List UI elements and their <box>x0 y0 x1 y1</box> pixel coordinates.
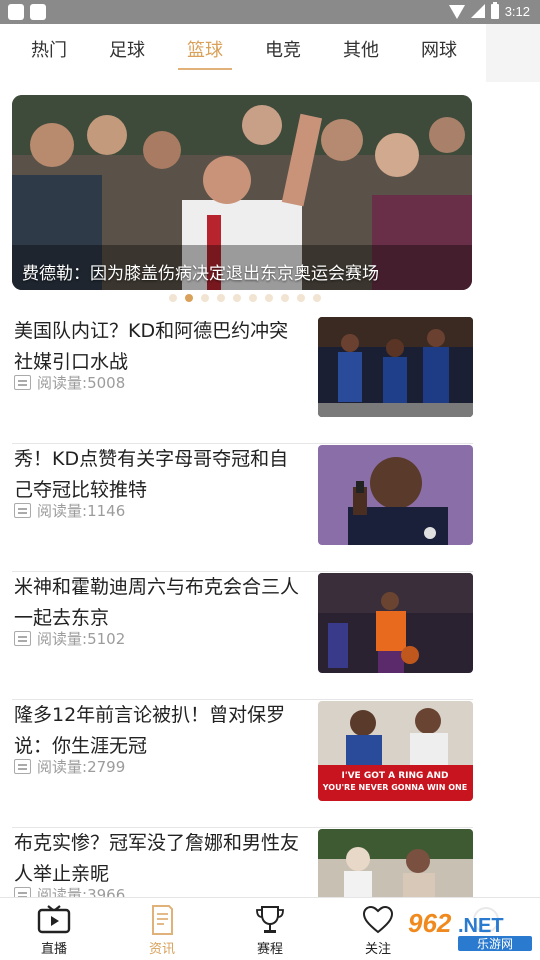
news-item[interactable]: 美国队内讧？KD和阿德巴约冲突社媒引口水战 阅读量: 5008 <box>12 316 473 444</box>
read-count: 1146 <box>87 501 126 520</box>
battery-icon <box>490 1 499 19</box>
carousel-dot[interactable] <box>249 294 257 302</box>
tab-tennis[interactable]: 网球 <box>400 24 478 82</box>
read-label: 阅读量: <box>37 630 88 648</box>
news-title: 布克实惨？冠军没了詹娜和男性友人举止亲昵 <box>14 832 300 885</box>
carousel-dot[interactable] <box>265 294 273 302</box>
watermark-number: 962 <box>408 908 452 938</box>
nav-label: 赛程 <box>256 942 283 957</box>
read-count-icon <box>14 759 31 774</box>
news-thumbnail <box>318 317 473 417</box>
news-item[interactable]: 布克实惨？冠军没了詹娜和男性友人举止亲昵 阅读量: 3966 <box>12 828 473 897</box>
news-title: 秀！KD点赞有关字母哥夺冠和自己夺冠比较推特 <box>14 448 289 501</box>
nav-schedule[interactable]: 赛程 <box>216 898 324 960</box>
category-tabs: 热门 足球 篮球 电竞 其他 网球 <box>0 24 486 82</box>
nav-label: 直播 <box>40 942 67 957</box>
signal-icon <box>470 4 485 18</box>
news-doc-icon <box>152 905 173 935</box>
watermark-suffix: .NET <box>458 915 504 937</box>
news-thumbnail <box>318 829 473 897</box>
news-meta: 阅读量: 2799 <box>14 756 125 777</box>
news-meta: 阅读量: 5102 <box>14 628 125 649</box>
read-label: 阅读量: <box>37 758 88 776</box>
read-count: 5008 <box>87 373 126 392</box>
news-meta: 阅读量: 5008 <box>14 372 125 393</box>
carousel-dot[interactable] <box>233 294 241 302</box>
read-label: 阅读量: <box>37 502 88 520</box>
carousel-dot-active[interactable] <box>185 294 193 302</box>
watermark-name: 乐游网 <box>477 937 513 951</box>
tab-hot[interactable]: 热门 <box>10 24 88 82</box>
carousel-dot[interactable] <box>313 294 321 302</box>
heart-icon <box>362 905 394 934</box>
banner-caption: 费德勒：因为膝盖伤病决定退出东京奥运会赛场 <box>22 264 379 284</box>
tab-esports[interactable]: 电竞 <box>244 24 322 82</box>
carousel-dot[interactable] <box>169 294 177 302</box>
tv-play-icon <box>37 905 71 934</box>
news-meta: 阅读量: 3966 <box>14 884 125 897</box>
status-time: 3:12 <box>504 3 530 19</box>
status-bar: 3:12 <box>0 0 540 24</box>
news-title: 米神和霍勒迪周六与布克会合三人一起去东京 <box>14 576 300 629</box>
notification-icon <box>30 4 46 20</box>
read-count-icon <box>14 631 31 646</box>
news-meta: 阅读量: 1146 <box>14 500 125 521</box>
read-count: 2799 <box>87 757 126 776</box>
thumb-caption-line1: I'VE GOT A RING AND <box>341 771 448 781</box>
carousel-indicator <box>169 294 321 302</box>
nav-news[interactable]: 资讯 <box>108 898 216 960</box>
carousel-dot[interactable] <box>201 294 209 302</box>
carousel-dot[interactable] <box>281 294 289 302</box>
news-title: 美国队内讧？KD和阿德巴约冲突社媒引口水战 <box>14 320 289 373</box>
news-thumbnail <box>318 445 473 545</box>
nav-live[interactable]: 直播 <box>0 898 108 960</box>
news-thumbnail <box>318 573 473 673</box>
trophy-icon <box>256 906 284 933</box>
tabs-overflow-area <box>486 24 540 82</box>
read-count-icon <box>14 887 31 897</box>
banner-carousel[interactable]: 费德勒：因为膝盖伤病决定退出东京奥运会赛场 <box>12 95 472 290</box>
wifi-icon <box>448 5 465 19</box>
tab-other[interactable]: 其他 <box>322 24 400 82</box>
read-count: 5102 <box>87 629 126 648</box>
carousel-dot[interactable] <box>217 294 225 302</box>
tab-football[interactable]: 足球 <box>88 24 166 82</box>
tab-basketball[interactable]: 篮球 <box>166 24 244 82</box>
nav-label: 资讯 <box>148 942 175 957</box>
news-item[interactable]: 秀！KD点赞有关字母哥夺冠和自己夺冠比较推特 阅读量: 1146 <box>12 444 473 572</box>
news-title: 隆多12年前言论被扒！曾对保罗说：你生涯无冠 <box>14 704 286 757</box>
notification-icon <box>8 4 24 20</box>
read-label: 阅读量: <box>37 374 88 392</box>
news-item[interactable]: 米神和霍勒迪周六与布克会合三人一起去东京 阅读量: 5102 <box>12 572 473 700</box>
read-count: 3966 <box>87 885 126 898</box>
read-label: 阅读量: <box>37 886 88 897</box>
thumb-caption-line2: YOU'RE NEVER GONNA WIN ONE <box>322 783 467 792</box>
news-item[interactable]: 隆多12年前言论被扒！曾对保罗说：你生涯无冠 阅读量: 2799 I'VE GOT… <box>12 700 473 828</box>
site-watermark: 962 .NET 乐游网 <box>402 906 536 952</box>
read-count-icon <box>14 375 31 390</box>
read-count-icon <box>14 503 31 518</box>
news-thumbnail: I'VE GOT A RING AND YOU'RE NEVER GONNA W… <box>318 701 473 801</box>
carousel-dot[interactable] <box>297 294 305 302</box>
